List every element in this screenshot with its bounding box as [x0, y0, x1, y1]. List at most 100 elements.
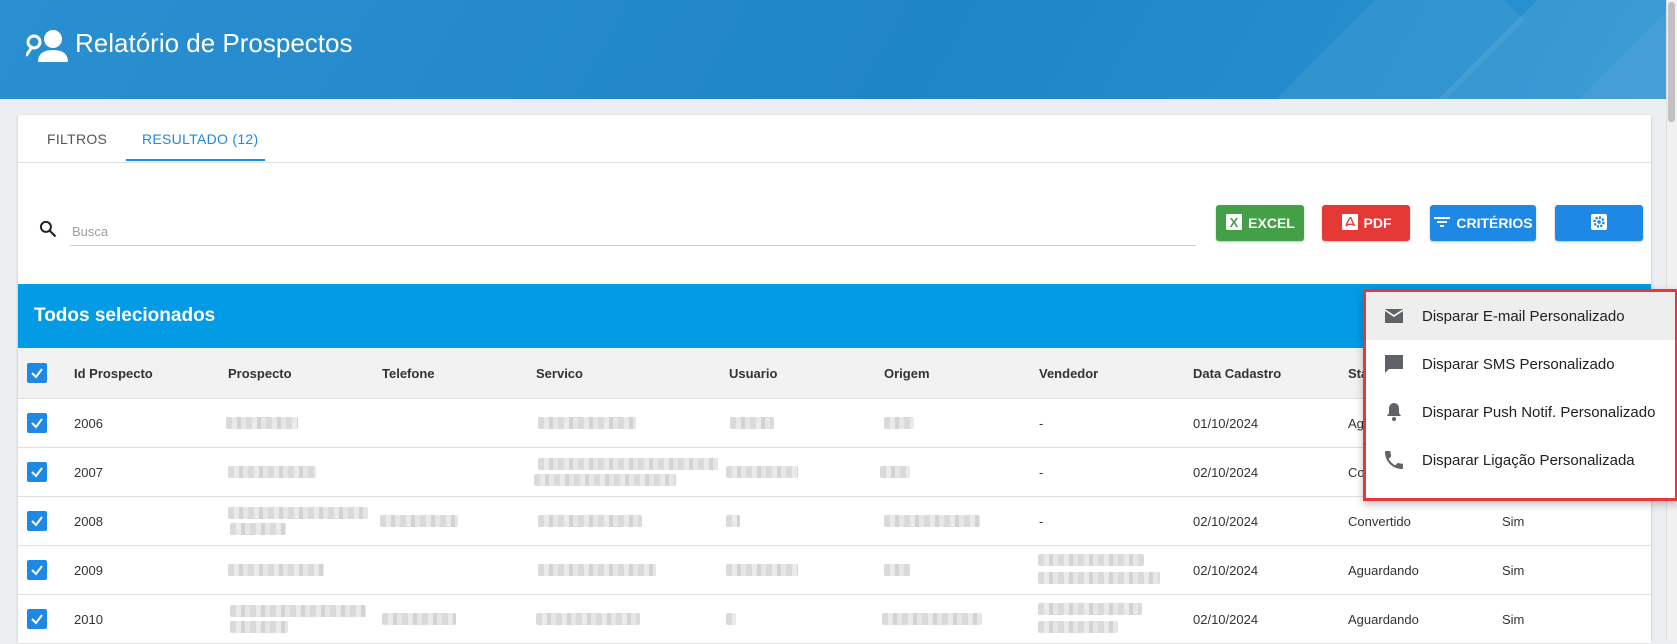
table-row[interactable]: 2009 02/10/2024 Aguardando Sim — [18, 546, 1651, 595]
search-icon — [38, 219, 58, 244]
actions-dropdown-menu: Disparar E-mail Personalizado Disparar S… — [1363, 289, 1677, 501]
redacted-seller — [1038, 603, 1142, 615]
redacted-seller — [1038, 572, 1160, 584]
cell-status: Ag — [1348, 416, 1364, 431]
export-excel-button[interactable]: X EXCEL — [1216, 205, 1304, 241]
tab-filtros[interactable]: FILTROS — [47, 131, 107, 147]
export-pdf-label: PDF — [1363, 215, 1392, 231]
cell-date: 02/10/2024 — [1193, 514, 1259, 529]
filter-list-icon — [1433, 214, 1451, 233]
row-checkbox[interactable] — [27, 413, 47, 433]
search-input[interactable] — [70, 217, 1196, 246]
svg-text:X: X — [1230, 215, 1239, 230]
redacted-origin — [880, 466, 910, 478]
cell-date: 02/10/2024 — [1193, 612, 1259, 627]
select-all-checkbox[interactable] — [27, 363, 47, 383]
redacted-service — [538, 417, 636, 429]
redacted-origin — [884, 564, 910, 576]
redacted-user — [726, 564, 798, 576]
cell-id: 2008 — [74, 514, 103, 529]
cell-extra: Sim — [1502, 563, 1525, 578]
row-checkbox[interactable] — [27, 609, 47, 629]
menu-item-send-sms[interactable]: Disparar SMS Personalizado — [1366, 340, 1675, 388]
redacted-prospect — [230, 605, 366, 617]
export-excel-label: EXCEL — [1248, 215, 1295, 231]
table-row[interactable]: 2010 02/10/2024 Aguardando Sim — [18, 595, 1651, 644]
menu-item-send-email[interactable]: Disparar E-mail Personalizado — [1366, 292, 1675, 340]
redacted-service — [538, 564, 656, 576]
cell-date: 02/10/2024 — [1193, 563, 1259, 578]
email-icon — [1382, 304, 1406, 328]
redacted-phone — [380, 515, 458, 527]
row-checkbox[interactable] — [27, 511, 47, 531]
menu-item-label: Disparar Ligação Personalizada — [1422, 452, 1635, 469]
redacted-prospect — [228, 507, 368, 519]
redacted-prospect — [230, 523, 286, 535]
bell-icon — [1382, 400, 1406, 424]
column-header[interactable]: Origem — [884, 366, 930, 381]
menu-item-label: Disparar SMS Personalizado — [1422, 356, 1615, 373]
redacted-origin — [884, 515, 980, 527]
cell-extra: Sim — [1502, 514, 1525, 529]
redacted-phone — [382, 613, 456, 625]
cell-status: Aguardando — [1348, 612, 1419, 627]
redacted-prospect — [228, 466, 316, 478]
cell-date: 02/10/2024 — [1193, 465, 1259, 480]
table-row[interactable]: 2008 - 02/10/2024 Convertido Sim — [18, 497, 1651, 546]
redacted-user — [726, 515, 740, 527]
active-tab-indicator — [126, 159, 265, 161]
menu-item-send-push[interactable]: Disparar Push Notif. Personalizado — [1366, 388, 1675, 436]
tab-bar: FILTROS RESULTADO (12) — [18, 115, 1651, 163]
tab-resultado[interactable]: RESULTADO (12) — [142, 131, 258, 147]
redacted-service — [538, 515, 642, 527]
redacted-seller — [1038, 621, 1118, 633]
excel-icon: X — [1225, 213, 1243, 234]
menu-item-label: Disparar Push Notif. Personalizado — [1422, 404, 1656, 421]
redacted-origin — [882, 613, 982, 625]
criteria-label: CRITÉRIOS — [1456, 215, 1533, 231]
gear-icon — [1589, 212, 1609, 235]
redacted-service — [536, 613, 640, 625]
redacted-service — [534, 474, 676, 486]
settings-button[interactable] — [1555, 205, 1643, 241]
redacted-service — [538, 458, 718, 470]
redacted-user — [726, 466, 798, 478]
cell-status: Convertido — [1348, 514, 1411, 529]
redacted-user — [726, 613, 736, 625]
export-pdf-button[interactable]: PDF — [1322, 205, 1410, 241]
criteria-button[interactable]: CRITÉRIOS — [1430, 205, 1536, 241]
row-checkbox[interactable] — [27, 462, 47, 482]
chat-icon — [1382, 352, 1406, 376]
cell-id: 2009 — [74, 563, 103, 578]
redacted-prospect — [228, 564, 324, 576]
cell-date: 01/10/2024 — [1193, 416, 1259, 431]
redacted-prospect — [226, 417, 298, 429]
column-header[interactable]: Vendedor — [1039, 366, 1098, 381]
redacted-prospect — [230, 621, 288, 633]
cell-vendedor: - — [1039, 514, 1044, 529]
cell-vendedor: - — [1039, 465, 1044, 480]
user-key-icon — [24, 28, 70, 69]
cell-id: 2007 — [74, 465, 103, 480]
cell-id: 2006 — [74, 416, 103, 431]
column-header[interactable]: Id Prospecto — [74, 366, 153, 381]
page-scrollbar-thumb[interactable] — [1668, 2, 1675, 122]
column-header[interactable]: Data Cadastro — [1193, 366, 1281, 381]
page-header: Relatório de Prospectos — [0, 0, 1666, 99]
column-header[interactable]: Servico — [536, 366, 583, 381]
menu-item-label: Disparar E-mail Personalizado — [1422, 308, 1625, 325]
row-checkbox[interactable] — [27, 560, 47, 580]
page-title: Relatório de Prospectos — [75, 28, 353, 58]
pdf-icon — [1341, 213, 1359, 234]
column-header[interactable]: Prospecto — [228, 366, 292, 381]
cell-id: 2010 — [74, 612, 103, 627]
cell-extra: Sim — [1502, 612, 1525, 627]
redacted-seller — [1038, 554, 1144, 566]
column-header[interactable]: Telefone — [382, 366, 435, 381]
cell-vendedor: - — [1039, 416, 1044, 431]
redacted-origin — [884, 417, 914, 429]
column-header[interactable]: Usuario — [729, 366, 777, 381]
phone-icon — [1382, 448, 1406, 472]
cell-status: Aguardando — [1348, 563, 1419, 578]
menu-item-send-call[interactable]: Disparar Ligação Personalizada — [1366, 436, 1675, 484]
